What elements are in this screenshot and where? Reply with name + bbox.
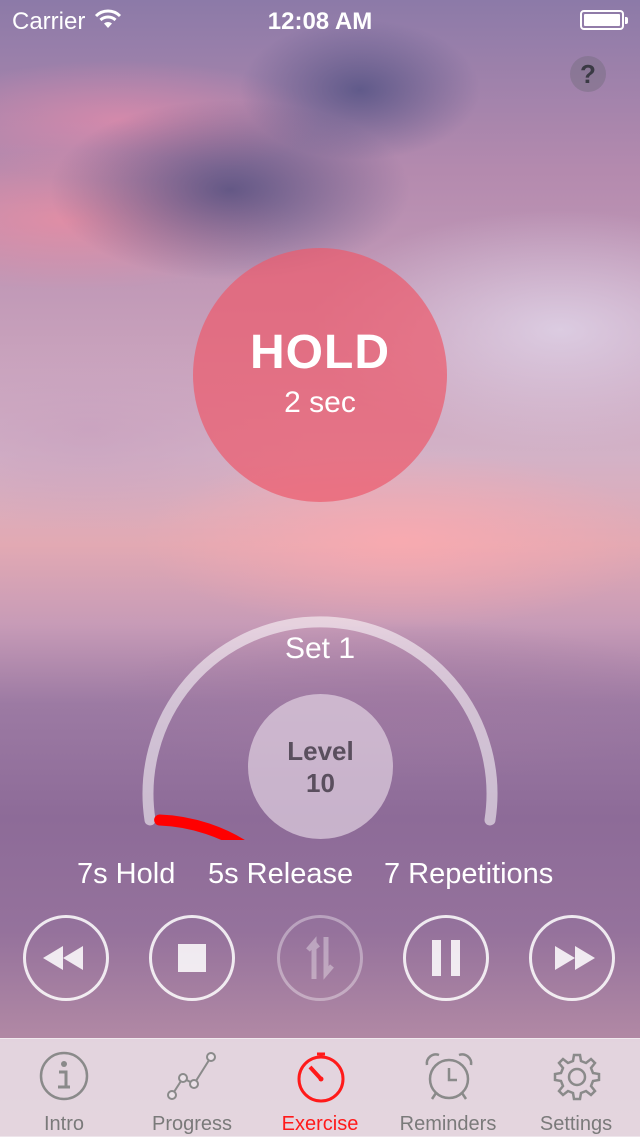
- swap-arrows-icon: [306, 936, 334, 980]
- release-duration: 5s Release: [208, 858, 354, 890]
- gear-icon: [553, 1053, 601, 1101]
- progress-graph-icon: [167, 1052, 216, 1100]
- status-bar: Carrier 12:08 AM: [0, 0, 640, 40]
- tab-intro-label: Intro: [43, 1113, 85, 1135]
- playback-controls: [0, 915, 640, 1007]
- tab-progress-label: Progress: [151, 1113, 233, 1135]
- pause-icon: [432, 940, 460, 976]
- tab-exercise[interactable]: Exercise: [256, 1039, 384, 1137]
- tab-exercise-label: Exercise: [281, 1113, 359, 1135]
- fast-forward-button[interactable]: [529, 915, 615, 1001]
- level-indicator[interactable]: Level 10: [248, 694, 393, 839]
- rewind-icon: [43, 946, 83, 970]
- phase-indicator: HOLD 2 sec: [193, 248, 447, 502]
- tab-settings-label: Settings: [539, 1113, 613, 1135]
- alarm-clock-icon: [425, 1053, 473, 1100]
- swap-button[interactable]: [277, 915, 363, 1001]
- info-icon: [39, 1051, 89, 1101]
- stop-button[interactable]: [149, 915, 235, 1001]
- tab-settings[interactable]: Settings: [512, 1039, 640, 1137]
- tab-bar: Intro Progress Exercise Reminders Settin…: [0, 1038, 640, 1137]
- level-value: 10: [306, 767, 335, 798]
- phase-title: HOLD: [250, 325, 390, 379]
- stop-icon: [178, 944, 206, 972]
- status-time: 12:08 AM: [267, 8, 373, 35]
- stopwatch-icon: [297, 1052, 345, 1103]
- battery-icon: [580, 10, 628, 30]
- pause-button[interactable]: [403, 915, 489, 1001]
- rewind-button[interactable]: [23, 915, 109, 1001]
- fast-forward-icon: [555, 946, 595, 970]
- tab-progress[interactable]: Progress: [128, 1039, 256, 1137]
- level-label: Level: [287, 735, 354, 766]
- tab-reminders[interactable]: Reminders: [384, 1039, 512, 1137]
- phase-time: 2 sec: [284, 385, 356, 419]
- hold-duration: 7s Hold: [77, 858, 176, 890]
- tab-intro[interactable]: Intro: [0, 1039, 128, 1137]
- help-label: ?: [580, 58, 596, 89]
- set-label: Set 1: [284, 632, 356, 665]
- help-button[interactable]: ?: [570, 56, 606, 92]
- repetitions-count: 7 Repetitions: [384, 858, 554, 890]
- tab-reminders-label: Reminders: [399, 1113, 497, 1135]
